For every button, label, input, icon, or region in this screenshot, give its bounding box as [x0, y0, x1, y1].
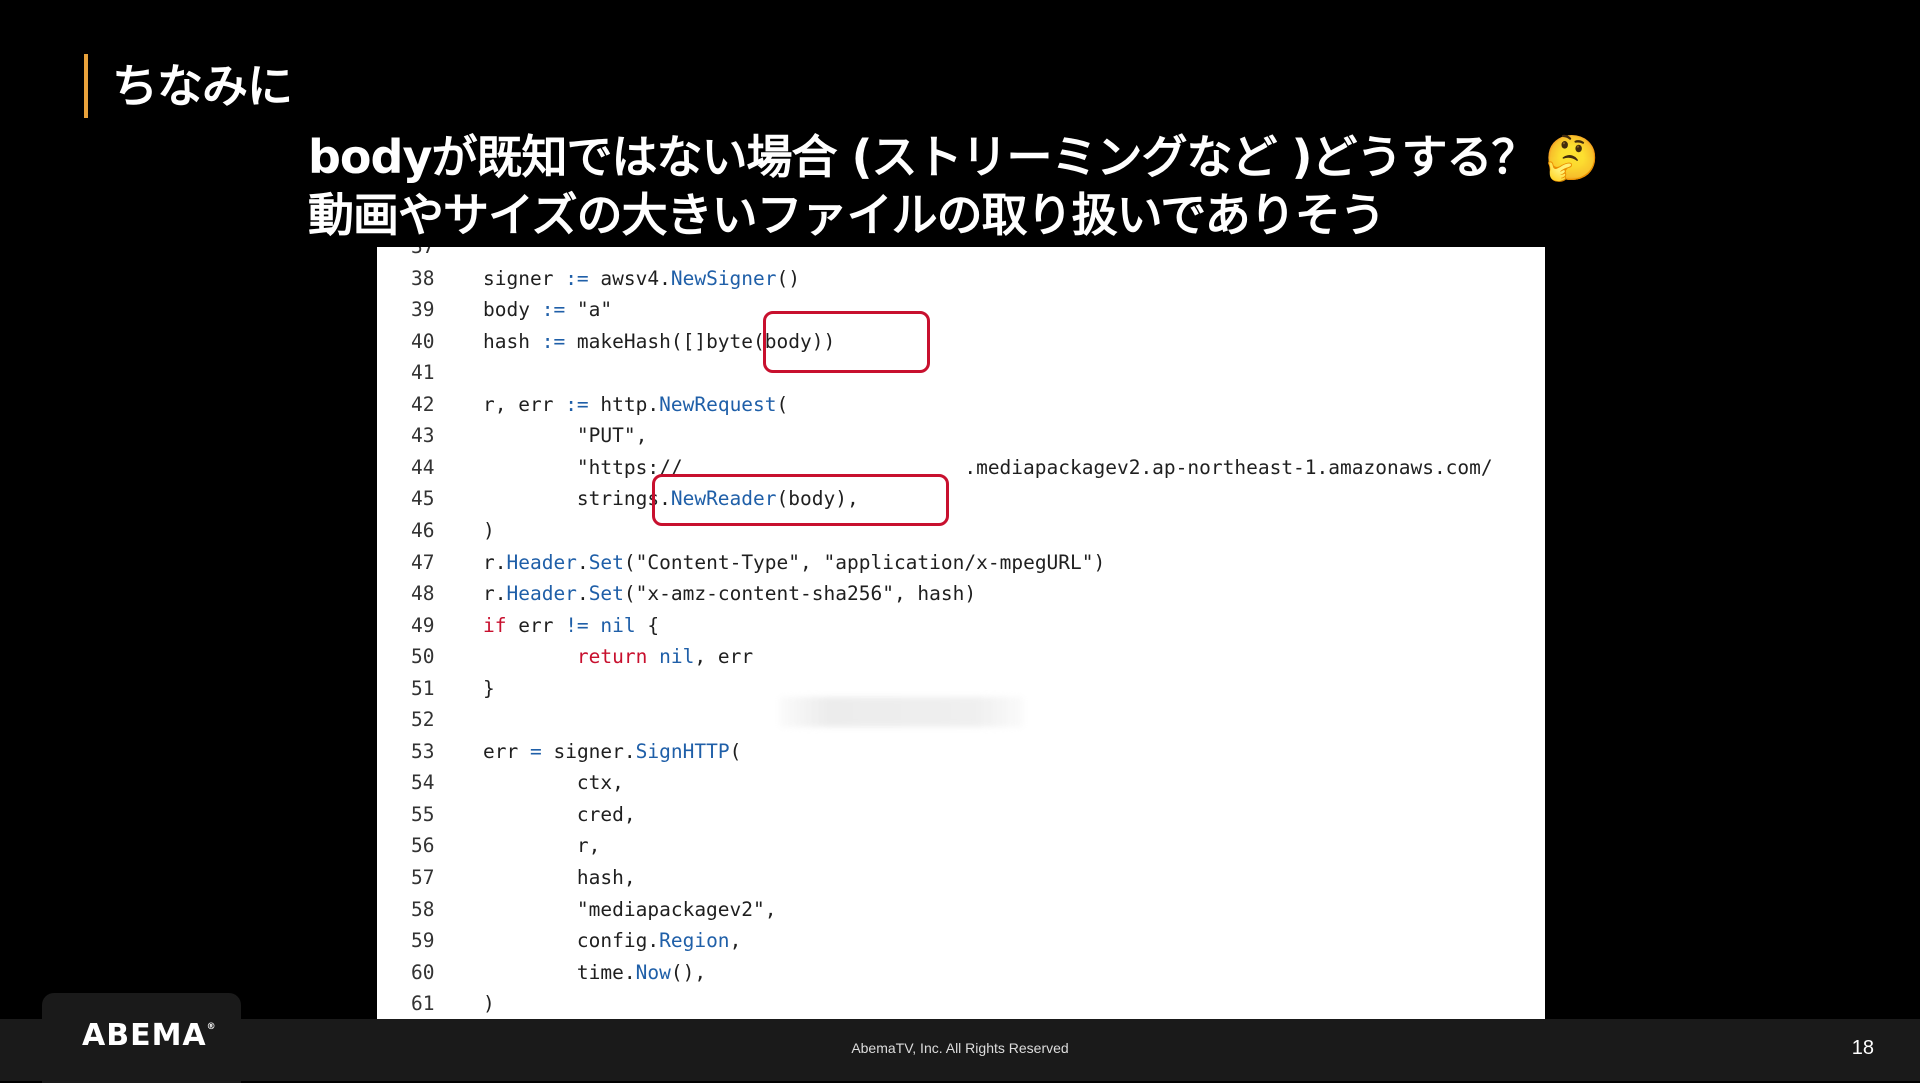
- code-text: r.Header.Set("Content-Type", "applicatio…: [483, 550, 1106, 574]
- line-number: 37: [411, 247, 461, 263]
- code-line: 58 "mediapackagev2",: [377, 894, 1545, 926]
- line-number: 52: [411, 708, 435, 732]
- code-text: }: [483, 676, 495, 700]
- code-line: 61): [377, 988, 1545, 1020]
- title-accent-bar: [84, 54, 88, 118]
- line-number: 55: [411, 802, 435, 826]
- code-line: 39 body := "a": [377, 294, 1545, 326]
- code-line: 49 if err != nil {: [377, 610, 1545, 642]
- code-line: 60 time.Now(),: [377, 957, 1545, 989]
- code-line: 48 r.Header.Set("x-amz-content-sha256", h…: [377, 578, 1545, 610]
- code-text: ): [483, 992, 495, 1016]
- code-text: hash,: [483, 866, 636, 889]
- code-text: r.Header.Set("x-amz-content-sha256", has…: [483, 582, 977, 606]
- line-number: 42: [411, 392, 435, 416]
- line-number: 43: [411, 424, 435, 448]
- code-line: 46): [377, 515, 1545, 547]
- line-number: 44: [411, 455, 435, 479]
- code-text: r,: [483, 834, 601, 858]
- line-number: 41: [411, 361, 435, 385]
- code-line: 50 return nil, err: [377, 641, 1545, 673]
- code-text: "https:// .mediapackagev2.ap-northeast-1…: [483, 455, 1493, 479]
- line-number: 45: [411, 487, 435, 511]
- code-line: 37: [377, 247, 1545, 263]
- subtitle-line-1: bodyが既知ではない場合 (ストリーミングなど )どうする？ 🤔: [308, 128, 1600, 186]
- line-number: 46: [411, 518, 435, 542]
- code-line: 56 r,: [377, 830, 1545, 862]
- code-line: 57 hash,: [377, 862, 1545, 894]
- slide-subtitle: bodyが既知ではない場合 (ストリーミングなど )どうする？ 🤔 動画やサイズの…: [308, 128, 1600, 244]
- code-text: "mediapackagev2",: [483, 897, 777, 921]
- line-number: 60: [411, 960, 435, 984]
- code-text: err = signer.SignHTTP(: [483, 739, 742, 763]
- code-text: return nil, err: [576, 645, 754, 669]
- line-number: 58: [411, 897, 435, 921]
- code-text: ctx,: [483, 771, 624, 795]
- code-text: if err != nil {: [483, 613, 660, 637]
- code-line: 41: [377, 357, 1545, 389]
- line-number: 39: [411, 298, 435, 322]
- code-text: config.Region,: [483, 929, 742, 953]
- code-text: body := "a": [483, 298, 613, 322]
- code-line: 55 cred,: [377, 799, 1545, 831]
- code-line: 42 r, err := http.NewRequest(: [377, 389, 1545, 421]
- highlight-new-reader: [652, 474, 949, 526]
- highlight-byte-body: [763, 311, 930, 373]
- code-line: 40 hash := makeHash([]byte(body)): [377, 326, 1545, 358]
- line-number: 50: [411, 645, 435, 669]
- line-number: 53: [411, 739, 435, 763]
- line-number: 49: [411, 613, 435, 637]
- page-number: 18: [1851, 1037, 1874, 1059]
- code-line: 53 err = signer.SignHTTP(: [377, 736, 1545, 768]
- slide-title: ちなみに: [112, 59, 293, 113]
- line-number: 56: [411, 834, 435, 858]
- code-text: cred,: [483, 802, 636, 826]
- line-number: 40: [411, 329, 435, 353]
- line-number: 47: [411, 550, 435, 574]
- code-line: 54 ctx,: [377, 767, 1545, 799]
- subtitle-line-2: 動画やサイズの大きいファイルの取り扱いでありそう: [308, 188, 1386, 242]
- registered-mark: ®: [206, 1022, 217, 1032]
- redacted-url-mask: [779, 697, 1024, 727]
- line-number: 61: [411, 992, 435, 1016]
- line-number: 54: [411, 771, 435, 795]
- code-line: 59 config.Region,: [377, 925, 1545, 957]
- code-line: 45 strings.NewReader(body),: [377, 483, 1545, 515]
- code-line: 47 r.Header.Set("Content-Type", "applicat…: [377, 547, 1545, 579]
- thinking-face-icon: 🤔: [1544, 133, 1600, 184]
- line-number: 51: [411, 676, 435, 700]
- line-number: 57: [411, 866, 435, 889]
- code-text: time.Now(),: [483, 960, 707, 984]
- code-text: ): [483, 518, 495, 542]
- code-text: "PUT",: [483, 424, 648, 448]
- line-number: 48: [411, 582, 435, 606]
- copyright-text: AbemaTV, Inc. All Rights Reserved: [851, 1040, 1069, 1056]
- code-screenshot: 62if err != nil {61)60 time.Now(),59 con…: [377, 247, 1545, 1034]
- line-number: 38: [411, 266, 435, 290]
- subtitle-line-1-text: bodyが既知ではない場合 (ストリーミングなど )どうする？: [308, 130, 1538, 184]
- line-number: 59: [411, 929, 435, 953]
- code-line: 44 "https:// .mediapackagev2.ap-northeas…: [377, 452, 1545, 484]
- code-text: signer := awsv4.NewSigner(): [483, 266, 801, 290]
- code-line: 38 signer := awsv4.NewSigner(): [377, 263, 1545, 295]
- code-line: 43 "PUT",: [377, 420, 1545, 452]
- code-text: r, err := http.NewRequest(: [483, 392, 789, 416]
